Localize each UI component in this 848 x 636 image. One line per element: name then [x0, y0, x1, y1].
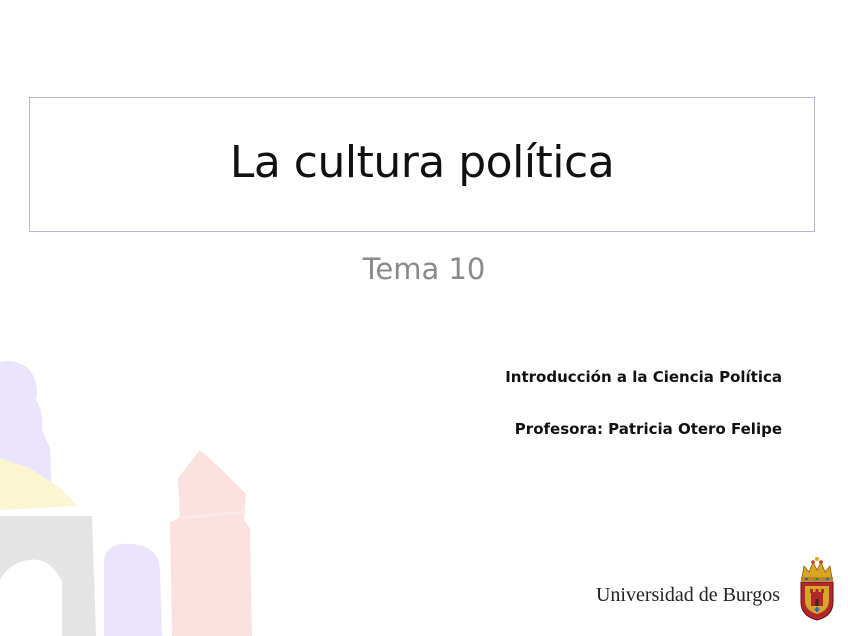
slide-title: La cultura política — [229, 137, 615, 188]
deco-lavender-round — [104, 543, 162, 636]
teacher-name: Profesora: Patricia Otero Felipe — [514, 420, 782, 438]
decorative-shapes — [0, 360, 252, 636]
slide: La cultura política Tema 10 Introducción… — [0, 0, 848, 636]
slide-subtitle: Tema 10 — [362, 252, 486, 286]
university-crest-icon — [800, 557, 834, 621]
deco-gray-arch — [0, 516, 96, 636]
title-box: La cultura política — [29, 97, 815, 232]
university-name: Universidad de Burgos — [595, 584, 780, 606]
course-name: Introducción a la Ciencia Política — [505, 368, 782, 386]
deco-pink-tower — [170, 450, 252, 636]
